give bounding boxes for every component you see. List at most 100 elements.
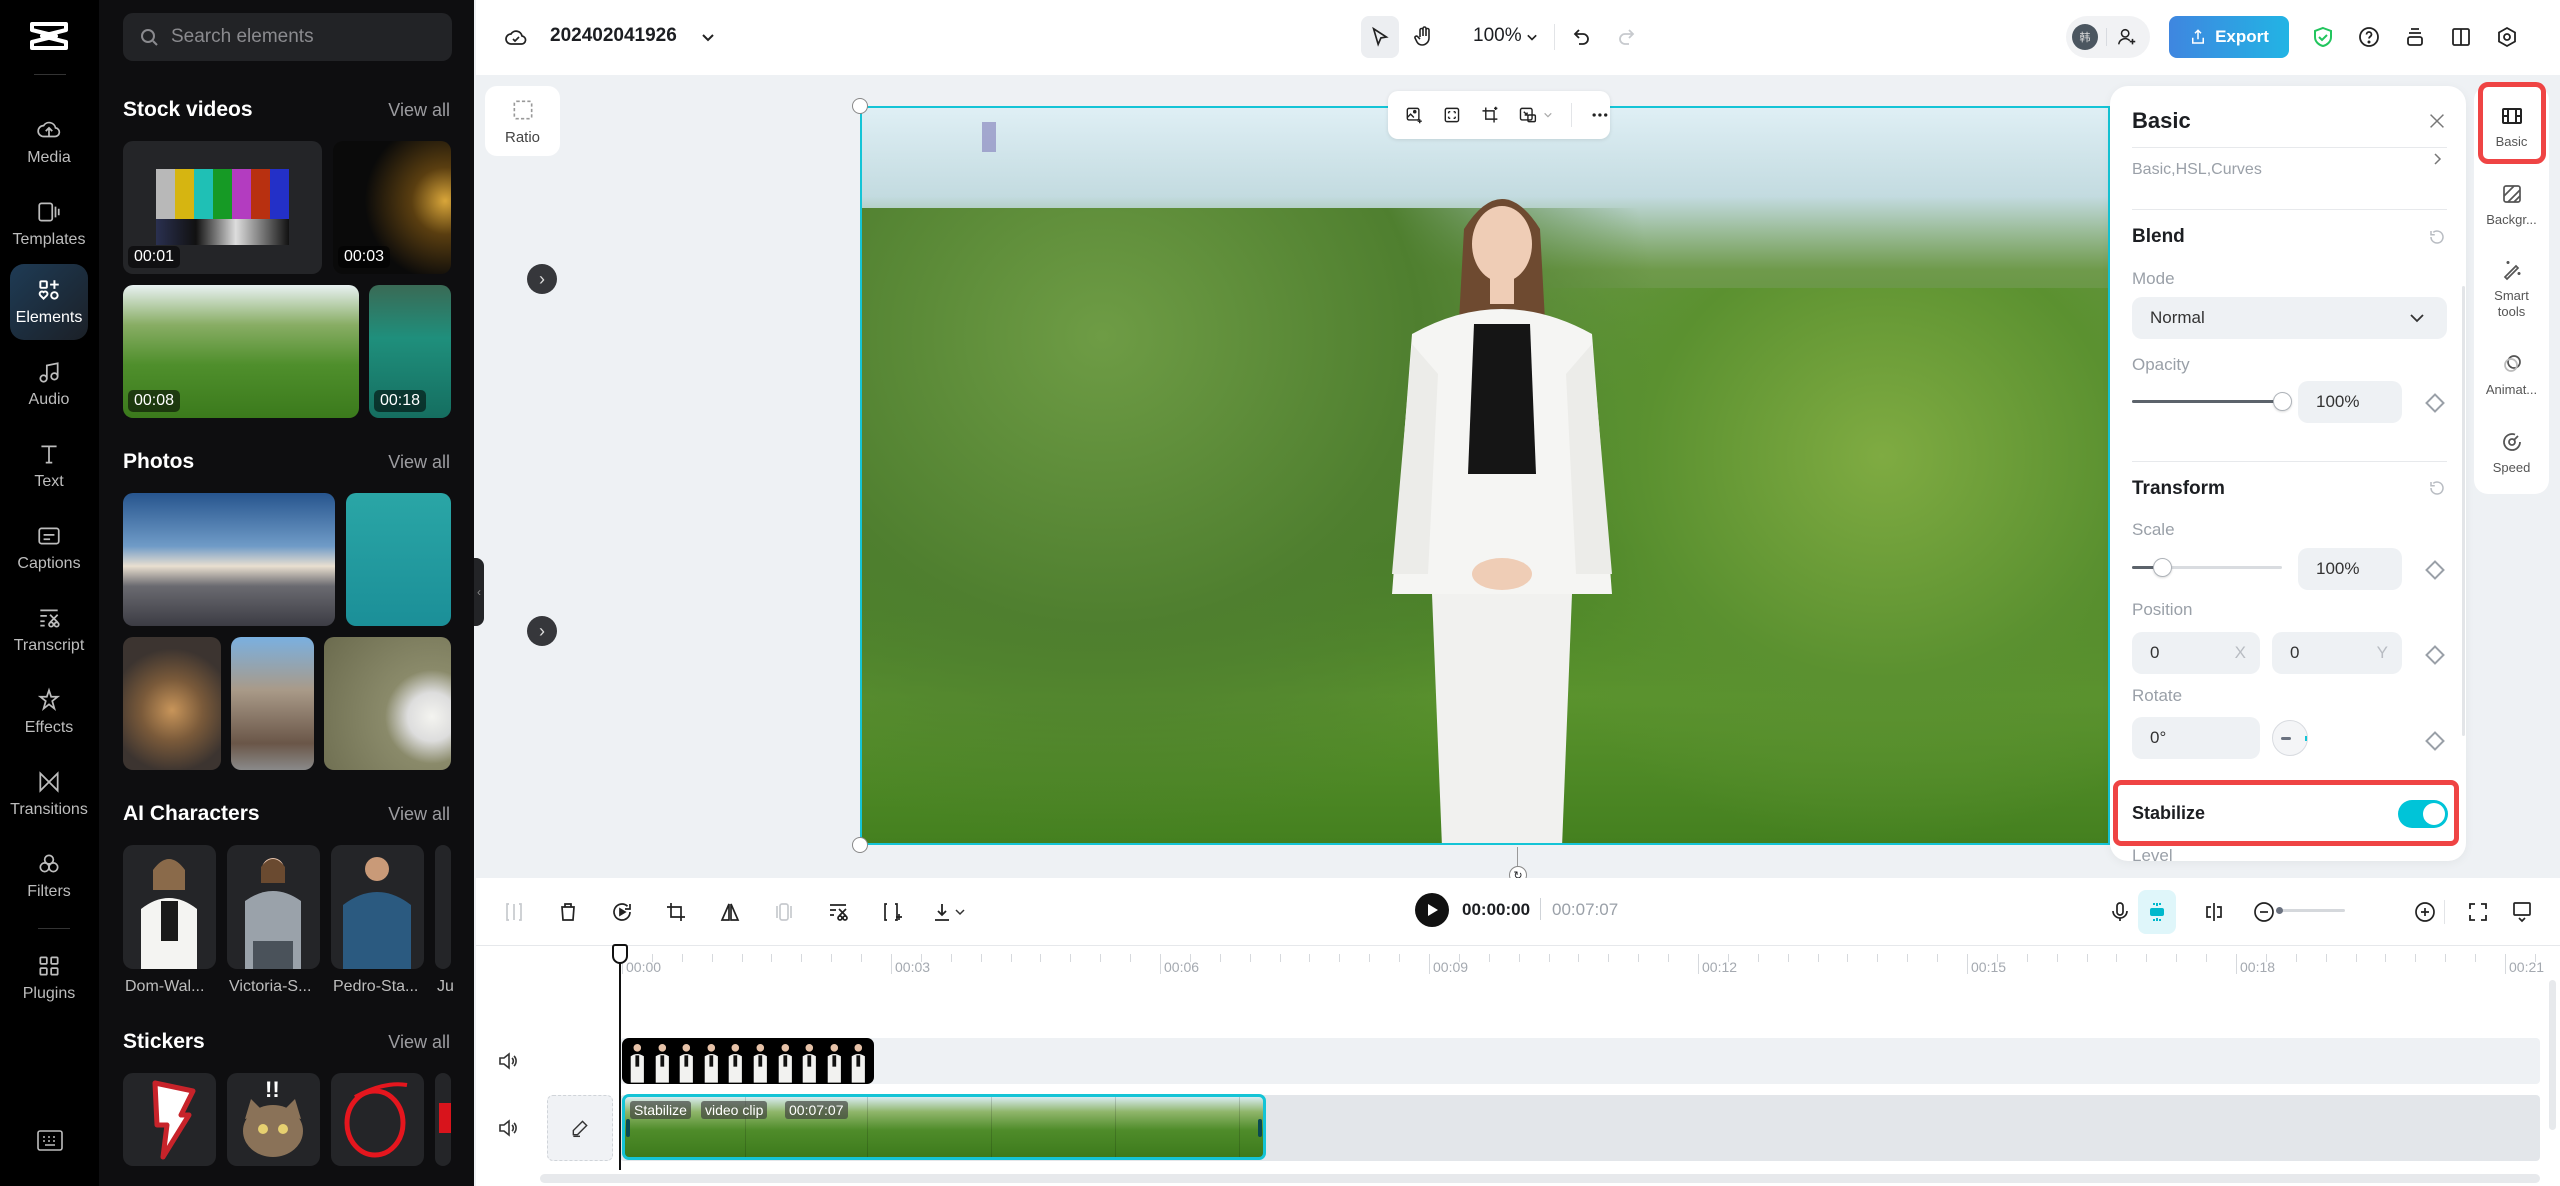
photo-thumb[interactable] [123,493,335,626]
scale-slider[interactable] [2132,558,2282,577]
ai-character-thumb[interactable] [331,845,424,969]
reset-transform-icon[interactable] [2428,479,2446,497]
track-volume-icon[interactable] [496,1049,520,1073]
fit-frame-icon[interactable] [1442,103,1462,127]
timeline-zoom-slider[interactable] [2276,907,2345,914]
rail-item-elements[interactable]: Elements [10,264,88,340]
view-all-photos[interactable]: View all [388,452,450,473]
zoom-in-icon[interactable] [2413,900,2437,924]
horizontal-scrollbar[interactable] [540,1174,2540,1183]
export-button[interactable]: Export [2169,16,2289,58]
keyframe-diamond-icon[interactable] [2425,560,2445,580]
crop-icon[interactable] [664,900,688,924]
project-menu-chevron-icon[interactable] [694,23,722,51]
play-button[interactable] [1415,893,1449,927]
rail-item-media[interactable]: Media [10,104,88,180]
stock-video-thumb[interactable]: 00:03 [333,141,451,274]
close-icon[interactable] [2426,110,2448,132]
split-view-icon[interactable] [2202,900,2226,924]
vertical-scrollbar[interactable] [2549,980,2556,1130]
download-icon[interactable] [930,900,954,924]
tab-background[interactable]: Backgr... [2474,182,2549,228]
select-tool-button[interactable] [1361,16,1399,58]
ratio-button[interactable]: Ratio [485,86,560,156]
rail-item-transitions[interactable]: Transitions [10,756,88,832]
slider-knob[interactable] [2153,558,2172,577]
microphone-icon[interactable] [2108,900,2132,924]
keyframe-diamond-icon[interactable] [2425,731,2445,751]
photo-thumb[interactable] [346,493,451,626]
view-all-stickers[interactable]: View all [388,1032,450,1053]
rail-item-captions[interactable]: Captions [10,510,88,586]
rotate-input[interactable]: 0° [2132,717,2260,759]
tab-speed[interactable]: Speed [2474,430,2549,476]
view-all-stock-videos[interactable]: View all [388,100,450,121]
opacity-input[interactable]: 100% [2298,381,2402,423]
playhead-handle[interactable] [612,944,628,964]
rail-item-plugins[interactable]: Plugins [10,940,88,1016]
keyboard-shortcuts-icon[interactable] [37,1130,63,1152]
playhead[interactable] [619,944,621,1170]
resize-handle-bottom-left[interactable] [852,837,868,853]
project-name[interactable]: 202402041926 [550,25,677,47]
search-input[interactable]: Search elements [123,13,452,61]
panel-scrollbar[interactable] [2462,286,2465,736]
photo-thumb[interactable] [123,637,221,770]
cover-edit-button[interactable] [547,1095,613,1161]
ai-character-thumb[interactable] [123,845,216,969]
mirror-icon[interactable] [718,900,742,924]
zoom-chevron-icon[interactable] [1522,23,1542,51]
auto-snap-button[interactable] [2138,890,2176,934]
slider-knob[interactable] [2273,392,2292,411]
track-volume-icon[interactable] [496,1116,520,1140]
rail-item-filters[interactable]: Filters [10,838,88,914]
clip-trim-handle-left[interactable] [626,1119,630,1137]
stock-video-thumb[interactable]: 00:08 [123,285,359,418]
transcript-cut-icon[interactable] [826,900,850,924]
split-add-icon[interactable] [880,900,904,924]
crop-icon[interactable] [1480,103,1500,127]
sticker-thumb[interactable] [435,1073,451,1166]
redo-button[interactable] [1612,23,1640,51]
photo-thumb[interactable] [231,637,314,770]
replay-icon[interactable] [610,900,634,924]
user-avatar[interactable]: 韩 [2072,24,2098,50]
freeze-frame-icon[interactable] [772,900,796,924]
tab-smart-tools[interactable]: Smart tools [2474,258,2549,319]
view-all-ai-characters[interactable]: View all [388,804,450,825]
rail-item-effects[interactable]: Effects [10,674,88,750]
add-collaborator-icon[interactable] [2116,26,2138,48]
stock-video-thumb[interactable]: 00:18 [369,285,451,418]
position-y-input[interactable]: 0 Y [2272,632,2402,674]
replace-image-icon[interactable] [1404,103,1424,127]
chevron-down-icon[interactable] [1543,109,1553,121]
zoom-level-dropdown[interactable]: 100% [1473,25,1522,47]
shield-check-icon[interactable] [2309,23,2337,51]
sticker-thumb[interactable] [123,1073,216,1166]
zoom-out-icon[interactable] [2252,900,2276,924]
chevron-down-icon[interactable] [954,900,966,924]
position-x-input[interactable]: 0 X [2132,632,2260,674]
avatar-clip[interactable] [622,1038,874,1084]
keyframe-diamond-icon[interactable] [2425,393,2445,413]
rail-item-templates[interactable]: Templates [10,186,88,262]
help-icon[interactable] [2355,23,2383,51]
rail-item-text[interactable]: Text [10,428,88,504]
undo-button[interactable] [1568,23,1596,51]
layers-stack-icon[interactable] [2401,23,2429,51]
reset-blend-icon[interactable] [2428,228,2446,246]
rail-item-transcript[interactable]: Transcript [10,592,88,668]
stock-video-thumb[interactable]: 00:01 [123,141,322,274]
scale-input[interactable]: 100% [2298,548,2402,590]
settings-gear-icon[interactable] [2493,23,2521,51]
sticker-thumb[interactable]: !! [227,1073,320,1166]
photo-thumb[interactable] [324,637,451,770]
more-options-icon[interactable] [1590,103,1610,127]
keyframe-diamond-icon[interactable] [2425,645,2445,665]
chevron-right-icon[interactable] [2432,152,2444,166]
sticker-thumb[interactable] [331,1073,424,1166]
ai-character-thumb[interactable] [435,845,451,969]
opacity-slider[interactable] [2132,392,2292,411]
split-layout-icon[interactable] [2447,23,2475,51]
rail-item-audio[interactable]: Audio [10,346,88,422]
